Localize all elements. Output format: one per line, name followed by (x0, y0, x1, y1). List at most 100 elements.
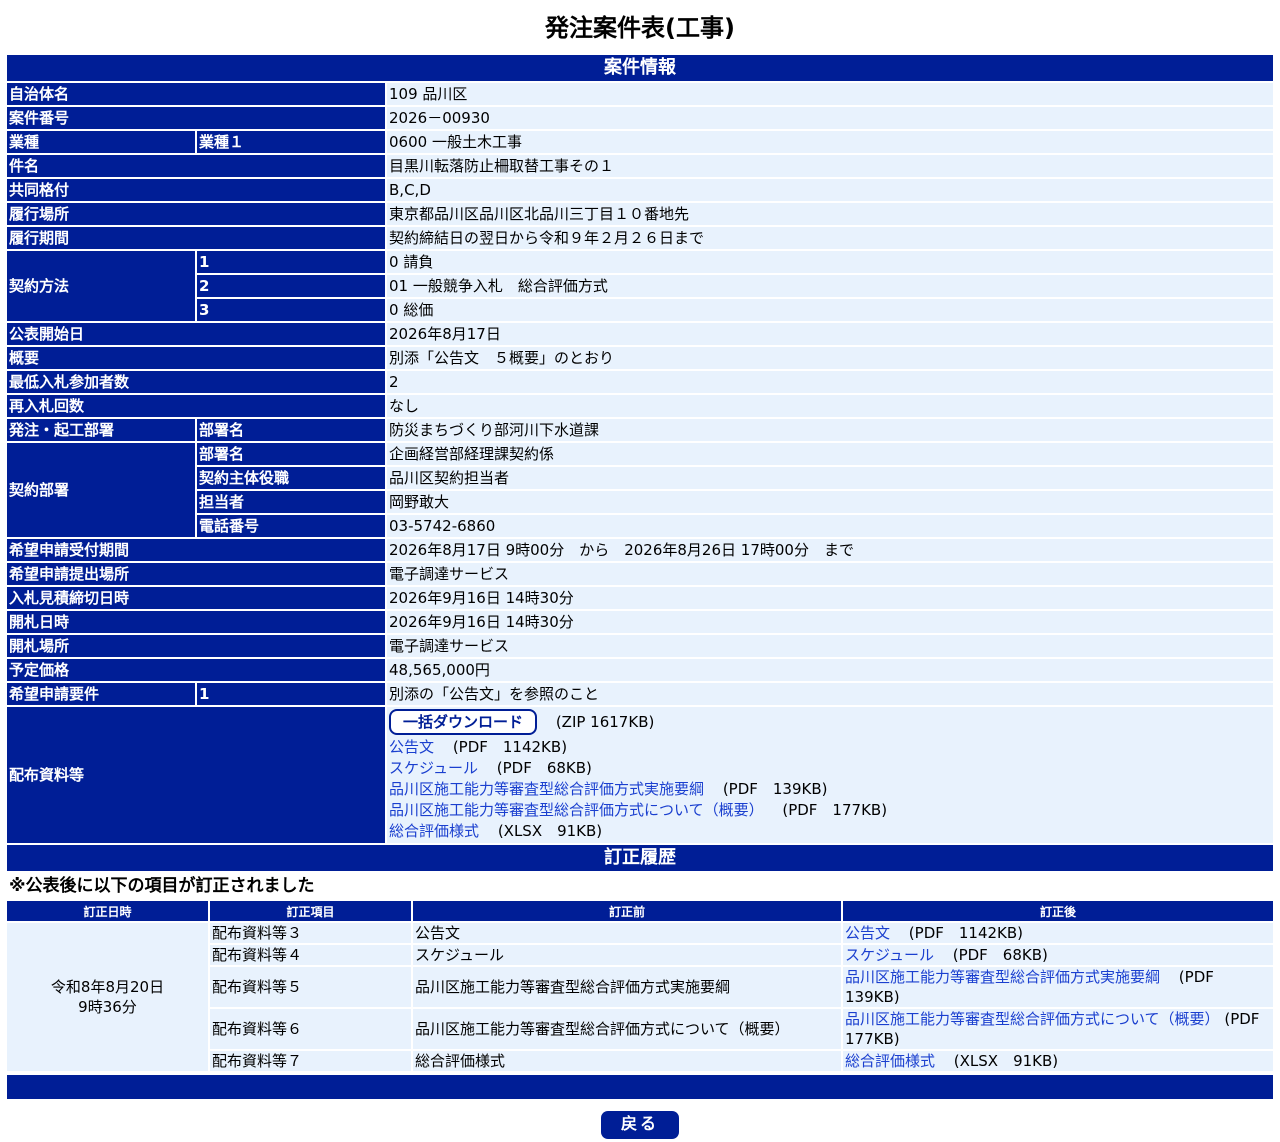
row-label: 履行場所 (7, 203, 388, 225)
info-row-saitei: 最低入札参加者数 2 (7, 371, 1273, 393)
row-label: 入札見積締切日時 (7, 587, 388, 609)
history-after: 公告文 (PDF 1142KB) (843, 923, 1273, 943)
file-size: (PDF 1142KB) (452, 738, 568, 756)
history-after-link[interactable]: 公告文 (845, 924, 890, 942)
row-value: 企画経営部経理課契約係 (387, 443, 1273, 465)
file-link[interactable]: 品川区施工能力等審査型総合評価方式について（概要） (389, 801, 764, 819)
info-row-gaiyo: 概要 別添「公告文 ５概要」のとおり (7, 347, 1273, 369)
row-label: 発注・起工部署 (7, 419, 197, 441)
info-row-kohyo: 公表開始日 2026年8月17日 (7, 323, 1273, 345)
info-row-gyoshu: 業種 業種１ 0600 一般土木工事 (7, 131, 1273, 153)
info-row-keiyaku-hoho: 契約方法 1 0 請負 (7, 251, 1273, 321)
history-before: スケジュール (413, 945, 841, 965)
history-item: 配布資料等５ (210, 967, 411, 1007)
back-button[interactable]: 戻る (601, 1111, 679, 1139)
file-item: 品川区施工能力等審査型総合評価方式実施要綱 (PDF 139KB) (389, 779, 1271, 800)
row-sublabel: 2 (197, 275, 388, 297)
row-label: 公表開始日 (7, 323, 388, 345)
row-label: 最低入札参加者数 (7, 371, 388, 393)
history-after-link[interactable]: 品川区施工能力等審査型総合評価方式実施要綱 (845, 968, 1160, 986)
file-link[interactable]: スケジュール (389, 759, 478, 777)
history-date-day: 令和8年8月20日 (50, 978, 165, 996)
row-value: 電子調達サービス (387, 563, 1273, 585)
section-header-history: 訂正履歴 (7, 845, 1273, 871)
info-row-kaisatsu-basho: 開札場所 電子調達サービス (7, 635, 1273, 657)
column-header: 訂正日時 (7, 901, 208, 921)
column-header: 訂正項目 (210, 901, 411, 921)
row-value: 2026年9月16日 14時30分 (387, 611, 1273, 633)
row-label: 契約方法 (7, 251, 197, 321)
info-row-teishutsu: 希望申請提出場所 電子調達サービス (7, 563, 1273, 585)
row-label: 業種 (7, 131, 197, 153)
row-label: 履行期間 (7, 227, 388, 249)
history-after: スケジュール (PDF 68KB) (843, 945, 1273, 965)
history-before: 品川区施工能力等審査型総合評価方式実施要綱 (413, 967, 841, 1007)
history-note: ※公表後に以下の項目が訂正されました (9, 876, 315, 896)
row-sublabel: 契約主体役職 (197, 467, 388, 489)
row-sublabel: 担当者 (197, 491, 388, 513)
row-value: 48,565,000円 (387, 659, 1273, 681)
file-size: (XLSX 91KB) (497, 822, 603, 840)
footer-band (7, 1075, 1273, 1099)
info-row-shimekiri: 入札見積締切日時 2026年9月16日 14時30分 (7, 587, 1273, 609)
row-label: 希望申請要件 (7, 683, 197, 705)
history-after-link[interactable]: 総合評価様式 (845, 1052, 935, 1070)
history-after-size: (XLSX 91KB) (953, 1052, 1059, 1070)
row-label: 共同格付 (7, 179, 388, 201)
history-after-link[interactable]: 品川区施工能力等審査型総合評価方式について（概要） (845, 1010, 1220, 1028)
row-value: 東京都品川区品川区北品川三丁目１０番地先 (387, 203, 1273, 225)
bulk-download-size: (ZIP 1617KB) (555, 713, 655, 731)
file-item: 公告文 (PDF 1142KB) (389, 737, 1271, 758)
bulk-download-button[interactable]: 一括ダウンロード (389, 709, 538, 735)
row-value: 目黒川転落防止柵取替工事その１ (387, 155, 1273, 177)
history-before: 総合評価様式 (413, 1051, 841, 1071)
row-label: 配布資料等 (7, 707, 388, 843)
row-value: 岡野敢大 (387, 491, 1273, 513)
info-row-haifu: 配布資料等 一括ダウンロード (ZIP 1617KB) 公告文 (PDF 114… (7, 707, 1273, 843)
file-link[interactable]: 品川区施工能力等審査型総合評価方式実施要綱 (389, 780, 704, 798)
row-label: 案件番号 (7, 107, 388, 129)
history-item: 配布資料等４ (210, 945, 411, 965)
history-after: 総合評価様式 (XLSX 91KB) (843, 1051, 1273, 1071)
row-value: 109 品川区 (387, 83, 1273, 105)
file-size: (PDF 68KB) (496, 759, 592, 777)
row-sublabel: 部署名 (197, 443, 388, 465)
row-value: 別添「公告文 ５概要」のとおり (387, 347, 1273, 369)
section-header-info: 案件情報 (7, 55, 1273, 81)
row-label: 開札日時 (7, 611, 388, 633)
row-value: 2026年8月17日 9時00分 から 2026年8月26日 17時00分 まで (387, 539, 1273, 561)
row-value: 2026年8月17日 (387, 323, 1273, 345)
row-value: 0600 一般土木工事 (387, 131, 1273, 153)
file-item: 総合評価様式 (XLSX 91KB) (389, 821, 1271, 842)
row-value: B,C,D (387, 179, 1273, 201)
file-size: (PDF 177KB) (782, 801, 888, 819)
column-header: 訂正後 (843, 901, 1273, 921)
file-item: 品川区施工能力等審査型総合評価方式について（概要） (PDF 177KB) (389, 800, 1271, 821)
info-row-yoken: 希望申請要件 1 別添の「公告文」を参照のこと (7, 683, 1273, 705)
info-row-anken-no: 案件番号 2026－00930 (7, 107, 1273, 129)
history-after: 品川区施工能力等審査型総合評価方式実施要綱 (PDF 139KB) (843, 967, 1273, 1007)
row-label: 予定価格 (7, 659, 388, 681)
row-label: 再入札回数 (7, 395, 388, 417)
page-title: 発注案件表(工事) (545, 14, 735, 42)
info-row-keiyaku-busho: 電話番号 03-5742-6860 (7, 515, 1273, 537)
row-label: 希望申請提出場所 (7, 563, 388, 585)
file-link[interactable]: 総合評価様式 (389, 822, 479, 840)
row-sublabel: 電話番号 (197, 515, 388, 537)
row-sublabel: 1 (197, 683, 388, 705)
history-after-size: (PDF 1142KB) (908, 924, 1024, 942)
row-value: 防災まちづくり部河川下水道課 (387, 419, 1273, 441)
info-row-kenmei: 件名 目黒川転落防止柵取替工事その１ (7, 155, 1273, 177)
row-value: 2026－00930 (387, 107, 1273, 129)
info-row-kikan: 履行期間 契約締結日の翌日から令和９年２月２６日まで (7, 227, 1273, 249)
history-before: 公告文 (413, 923, 841, 943)
history-after-link[interactable]: スケジュール (845, 946, 934, 964)
main-content: 案件情報 自治体名 109 品川区 案件番号 2026－00930 業種 業種１… (7, 55, 1274, 1099)
file-link[interactable]: 公告文 (389, 738, 434, 756)
history-date: 令和8年8月20日 9時36分 (7, 923, 208, 1071)
bulk-download-row: 一括ダウンロード (ZIP 1617KB) (389, 708, 1271, 737)
row-value: 2026年9月16日 14時30分 (387, 587, 1273, 609)
row-sublabel: 3 (197, 299, 388, 321)
row-sublabel: 部署名 (197, 419, 388, 441)
info-row-yotei: 予定価格 48,565,000円 (7, 659, 1273, 681)
